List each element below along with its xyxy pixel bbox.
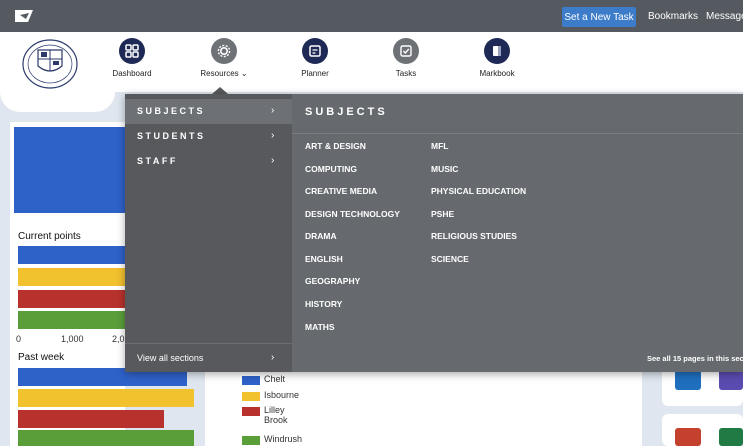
chevron-right-icon: › — [271, 105, 275, 116]
axis-tick-1000: 1,000 — [61, 334, 84, 344]
menu-item-subjects[interactable]: SUBJECTS › — [125, 99, 292, 124]
tasks-check-icon — [393, 38, 419, 64]
subject-link[interactable]: DESIGN TECHNOLOGY — [305, 209, 400, 219]
current-points-bar-chelt — [18, 246, 125, 264]
chevron-down-icon: ⌄ — [240, 69, 248, 78]
subject-link[interactable]: ENGLISH — [305, 254, 343, 264]
subjects-divider — [292, 133, 743, 134]
nav-dashboard-label: Dashboard — [112, 69, 152, 78]
subject-link[interactable]: CREATIVE MEDIA — [305, 186, 377, 196]
nav-resources-text: Resources — [200, 69, 239, 78]
nav-planner-label: Planner — [301, 69, 329, 78]
resources-cog-icon — [211, 38, 237, 64]
legend-item: Lilley Brook — [242, 405, 298, 425]
nav-markbook[interactable]: Markbook — [462, 38, 532, 78]
subject-link[interactable]: RELIGIOUS STUDIES — [431, 231, 517, 241]
excel-app-icon[interactable] — [719, 428, 743, 446]
dashboard-grid-icon — [119, 38, 145, 64]
subject-link[interactable]: PSHE — [431, 209, 454, 219]
dropdown-caret — [212, 87, 228, 94]
subject-link[interactable]: ART & DESIGN — [305, 141, 366, 151]
chevron-right-icon: › — [271, 130, 275, 141]
school-crest-logo[interactable] — [22, 38, 78, 90]
bookmarks-link[interactable]: Bookmarks — [648, 11, 698, 22]
subject-link[interactable]: DRAMA — [305, 231, 337, 241]
legend-label: Isbourne — [264, 390, 300, 400]
subject-link[interactable]: MFL — [431, 141, 448, 151]
legend-swatch-red — [242, 407, 260, 416]
current-points-title: Current points — [18, 231, 81, 242]
current-points-bar-windrush — [18, 311, 125, 329]
axis-tick-2000: 2,0 — [112, 334, 125, 344]
subject-link[interactable]: SCIENCE — [431, 254, 469, 264]
chevron-right-icon: › — [271, 352, 275, 363]
nav-planner[interactable]: Planner — [280, 38, 350, 78]
legend-label: Lilley Brook — [264, 405, 288, 425]
past-week-title: Past week — [18, 352, 65, 363]
messages-link[interactable]: Messages — [706, 11, 743, 22]
nav-resources-label: Resources ⌄ — [200, 69, 247, 78]
see-all-pages-link[interactable]: See all 15 pages in this sec — [647, 354, 743, 363]
dropdown-divider — [125, 343, 292, 344]
menu-item-subjects-label: SUBJECTS — [137, 106, 206, 116]
past-week-bar-lilley-brook — [18, 410, 164, 428]
nav-markbook-label: Markbook — [479, 69, 515, 78]
legend-item: Windrush — [242, 434, 314, 445]
chevron-right-icon: › — [271, 155, 275, 166]
view-all-sections-link[interactable]: View all sections — [137, 353, 203, 363]
legend-swatch-green — [242, 436, 260, 445]
legend-swatch-blue — [242, 376, 260, 385]
past-week-bar-isbourne — [18, 389, 194, 407]
app-logo-icon[interactable] — [12, 7, 36, 25]
powerpoint-app-icon[interactable] — [675, 428, 701, 446]
current-points-bar-lilley-brook — [18, 290, 125, 308]
menu-item-students[interactable]: STUDENTS › — [125, 124, 292, 149]
legend-item: Chelt — [242, 374, 298, 385]
set-new-task-button[interactable]: Set a New Task — [562, 7, 636, 27]
menu-item-staff-label: STAFF — [137, 156, 178, 166]
header-arc — [0, 92, 115, 112]
subject-link[interactable]: MUSIC — [431, 164, 458, 174]
legend-item: Isbourne — [242, 390, 314, 401]
nav-tasks[interactable]: Tasks — [371, 38, 441, 78]
nav-resources[interactable]: Resources ⌄ — [189, 38, 259, 78]
nav-dashboard[interactable]: Dashboard — [97, 38, 167, 78]
subject-link[interactable]: MATHS — [305, 322, 335, 332]
legend-label: Windrush — [264, 434, 303, 444]
markbook-icon — [484, 38, 510, 64]
subject-link[interactable]: PHYSICAL EDUCATION — [431, 186, 526, 196]
past-week-bar-windrush — [18, 430, 194, 446]
subject-link[interactable]: COMPUTING — [305, 164, 357, 174]
menu-item-students-label: STUDENTS — [137, 131, 206, 141]
planner-icon — [302, 38, 328, 64]
axis-tick-0: 0 — [16, 334, 22, 344]
banner-tile[interactable] — [14, 127, 125, 213]
legend-label: Chelt — [264, 374, 286, 384]
menu-item-staff[interactable]: STAFF › — [125, 149, 292, 174]
current-points-bar-isbourne — [18, 268, 125, 286]
legend-swatch-yellow — [242, 392, 260, 401]
nav-tasks-label: Tasks — [395, 69, 417, 78]
subject-link[interactable]: GEOGRAPHY — [305, 276, 360, 286]
subjects-heading: SUBJECTS — [305, 106, 388, 118]
subject-link[interactable]: HISTORY — [305, 299, 342, 309]
